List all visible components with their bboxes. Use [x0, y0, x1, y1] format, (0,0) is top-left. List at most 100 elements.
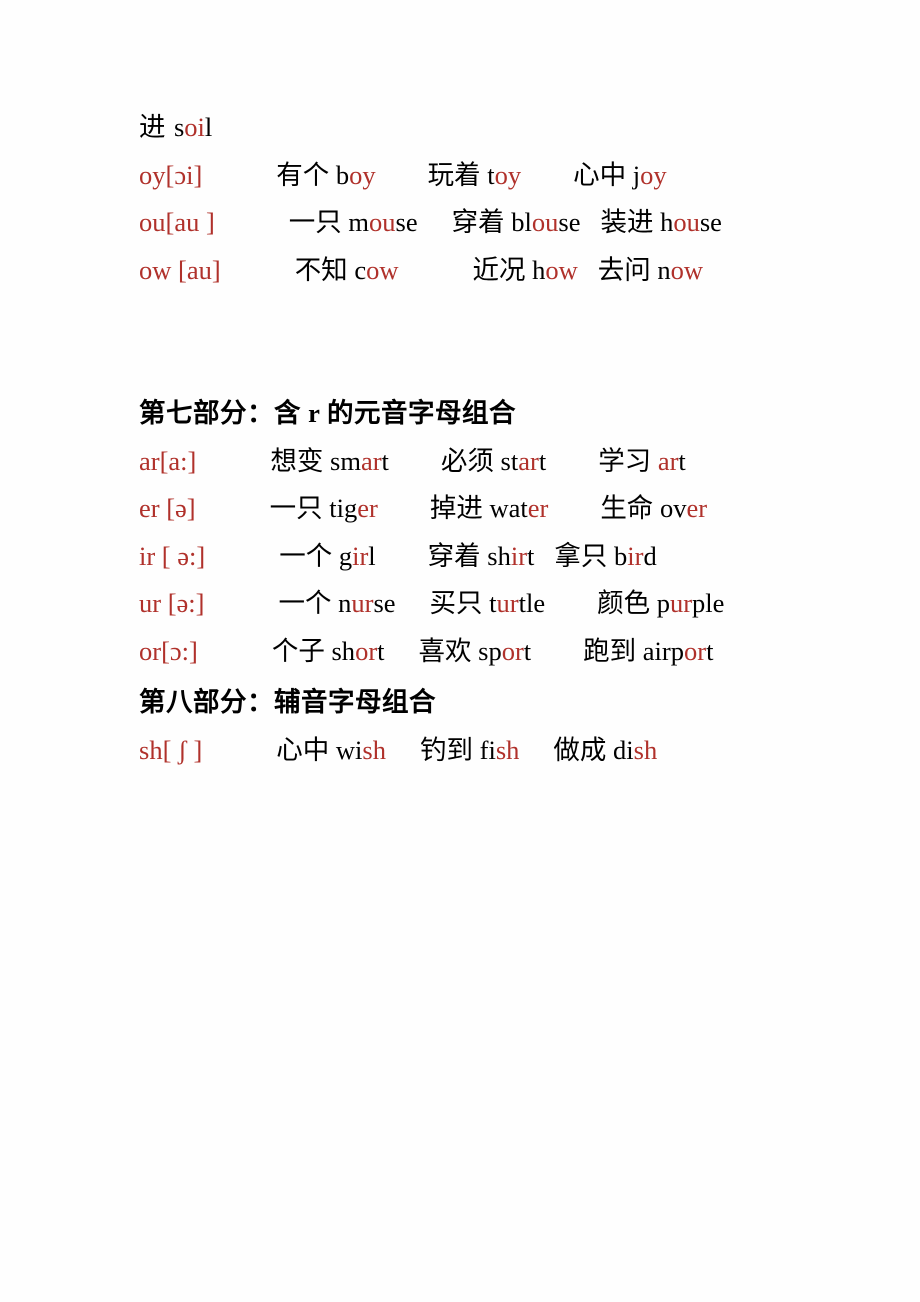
word-highlight: ur: [496, 588, 519, 618]
entry-ou: ou[au ] 一只 mouse 穿着 blouse 装进 house: [139, 199, 783, 247]
word-highlight: or: [355, 635, 378, 666]
word-prefix: airp: [642, 635, 684, 666]
phonetic-key-ur: ur [ə:]: [139, 588, 205, 618]
chinese-phrase: 买只: [429, 588, 483, 619]
word-highlight: ow: [670, 254, 703, 285]
chinese-phrase: 想变: [270, 445, 324, 477]
phonetic-key-ou: ou[au ]: [139, 207, 215, 237]
word-highlight: er: [527, 493, 549, 523]
phonetic-key-or: or[ɔ:]: [139, 635, 198, 666]
word-prefix: sm: [330, 445, 361, 476]
word-highlight: er: [686, 493, 708, 523]
word-suffix: l: [368, 540, 376, 571]
word-prefix: s: [173, 112, 185, 142]
word-highlight: sh: [362, 734, 386, 765]
word-prefix: n: [338, 588, 352, 618]
entry-ur: ur [ə:] 一个 nurse 买只 turtle 颜色 purple: [139, 580, 783, 628]
word-prefix: fi: [479, 734, 496, 765]
word-highlight: oy: [640, 159, 667, 190]
chinese-phrase: 近况: [472, 254, 526, 286]
word-suffix: se: [395, 207, 418, 237]
chinese-phrase: 不知: [294, 254, 348, 286]
word-prefix: b: [335, 159, 350, 190]
word-suffix: t: [527, 540, 535, 571]
word-prefix: t: [489, 588, 497, 618]
word-prefix: g: [338, 540, 353, 571]
chinese-phrase: 穿着: [451, 207, 505, 238]
word-prefix: p: [656, 588, 670, 618]
word-prefix: b: [614, 540, 628, 571]
chinese-phrase: 一只: [288, 207, 342, 238]
chinese-phrase: 喜欢: [418, 635, 472, 667]
word-highlight: ir: [352, 540, 369, 571]
word-prefix: m: [348, 207, 370, 237]
word-prefix: tig: [329, 493, 358, 523]
word-suffix: t: [538, 445, 547, 476]
word-prefix: h: [660, 207, 674, 237]
word-prefix: bl: [511, 207, 532, 237]
word-prefix: h: [532, 254, 546, 285]
chinese-phrase: 个子: [271, 635, 325, 667]
entry-ar: ar[a:] 想变 smart 必须 start 学习 art: [139, 438, 783, 486]
word-highlight: ow: [545, 254, 578, 285]
word-suffix: t: [678, 445, 686, 476]
word-highlight: ar: [360, 445, 382, 476]
word-prefix: di: [613, 734, 634, 765]
word-prefix: n: [657, 254, 671, 285]
word-prefix: sh: [331, 635, 356, 666]
chinese-phrase: 玩着: [427, 159, 481, 191]
document-page: 进 soil oy[ɔi] 有个 boy 玩着 toy 心中 joy ou[au ] 一…: [0, 0, 920, 1302]
phonetic-key-sh: sh[ ʃ ]: [139, 734, 203, 765]
chinese-phrase: 做成: [553, 734, 607, 766]
entry-ow: ow [au] 不知 cow 近况 how 去问 now: [139, 247, 783, 295]
word-suffix: t: [523, 635, 532, 666]
word-suffix: t: [381, 445, 389, 476]
chinese-phrase: 穿着: [427, 540, 481, 572]
word-suffix: se: [699, 207, 722, 237]
word-suffix: se: [558, 207, 581, 237]
chinese-phrase: 心中: [276, 734, 330, 766]
word-prefix: c: [354, 254, 367, 285]
word-suffix: d: [643, 540, 657, 571]
phonetic-key-er: er [ə]: [139, 493, 196, 523]
word-highlight: sh: [633, 734, 658, 765]
section-heading-seven: 第七部分：含 r 的元音字母组合: [139, 398, 517, 428]
phonetic-key-ar: ar[a:]: [139, 445, 197, 476]
word-highlight: ar: [657, 445, 679, 476]
chinese-phrase: 生命: [600, 493, 654, 524]
phonetic-key-oy: oy[ɔi]: [139, 159, 203, 190]
chinese-phrase: 一只: [269, 493, 323, 524]
entry-ir: ir [ ə:] 一个 girl 穿着 shirt 拿只 bird: [139, 533, 783, 581]
word-prefix: t: [487, 159, 495, 190]
word-highlight: sh: [495, 734, 520, 765]
word-prefix: ov: [659, 493, 687, 523]
document-body: 进 soil oy[ɔi] 有个 boy 玩着 toy 心中 joy ou[au ] 一…: [139, 104, 783, 774]
phonetic-key-ir: ir [ ə:]: [139, 540, 206, 571]
phonetic-key-ow: ow [au]: [139, 254, 221, 285]
entry-sh: sh[ ʃ ] 心中 wish 钓到 fish 做成 dish: [139, 727, 783, 775]
chinese-phrase: 一个: [279, 540, 333, 572]
word-highlight: ir: [510, 540, 528, 571]
chinese-phrase: 有个: [276, 159, 330, 191]
entry-oi-continuation: 进 soil: [139, 104, 783, 152]
chinese-phrase: 跑到: [583, 635, 637, 667]
word-prefix: sh: [487, 540, 511, 571]
chinese-prefix: 进: [139, 112, 174, 143]
chinese-phrase: 心中: [573, 159, 627, 191]
word-highlight: ur: [351, 588, 374, 618]
entry-oy: oy[ɔi] 有个 boy 玩着 toy 心中 joy: [139, 152, 783, 200]
chinese-phrase: 颜色: [597, 588, 651, 619]
word-highlight: oi: [184, 112, 205, 142]
word-suffix: t: [377, 635, 385, 666]
word-highlight: er: [357, 493, 378, 523]
word-prefix: st: [500, 445, 519, 476]
word-suffix: tle: [518, 588, 546, 618]
word-highlight: ou: [673, 207, 700, 237]
word-prefix: sp: [478, 635, 502, 666]
word-highlight: oy: [494, 159, 522, 190]
word-highlight: ur: [669, 588, 693, 618]
chinese-phrase: 去问: [597, 254, 651, 286]
chinese-phrase: 钓到: [420, 734, 473, 766]
word-highlight: ou: [531, 207, 559, 237]
